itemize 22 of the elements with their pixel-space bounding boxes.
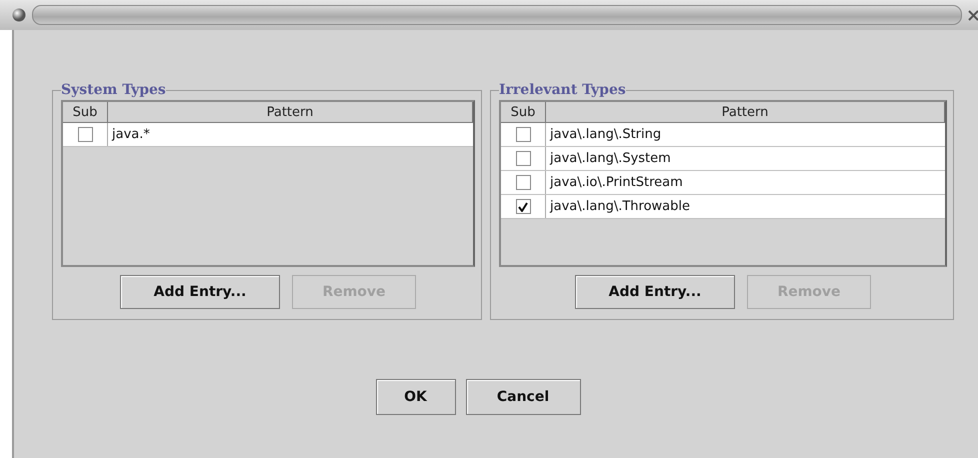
add-entry-button[interactable]: Add Entry... (120, 275, 280, 309)
checkbox[interactable] (78, 127, 92, 142)
pattern-cell-text: java\.lang\.System (548, 150, 672, 168)
close-icon[interactable] (968, 9, 978, 21)
pattern-cell-text: java\.lang\.String (548, 126, 662, 144)
ok-button[interactable]: OK (376, 379, 456, 415)
add-entry-button[interactable]: Add Entry... (575, 275, 735, 309)
checkbox[interactable] (516, 199, 530, 214)
group-title: Irrelevant Types (499, 82, 626, 98)
cancel-button[interactable]: Cancel (466, 379, 580, 415)
pattern-cell-text: java\.lang\.Throwable (548, 198, 691, 216)
column-header[interactable]: Sub (501, 102, 546, 122)
window-menu-icon[interactable] (12, 8, 26, 22)
column-header[interactable]: Sub (63, 102, 108, 122)
checkbox[interactable] (516, 127, 530, 142)
pattern-cell-text: java.* (110, 126, 151, 144)
pattern-cell-text: java\.io\.PrintStream (548, 174, 684, 192)
column-header[interactable]: Pattern (108, 102, 473, 122)
group-title: System Types (61, 82, 166, 98)
checkbox[interactable] (516, 151, 530, 166)
checkbox[interactable] (516, 175, 530, 190)
column-header[interactable]: Pattern (546, 102, 945, 122)
